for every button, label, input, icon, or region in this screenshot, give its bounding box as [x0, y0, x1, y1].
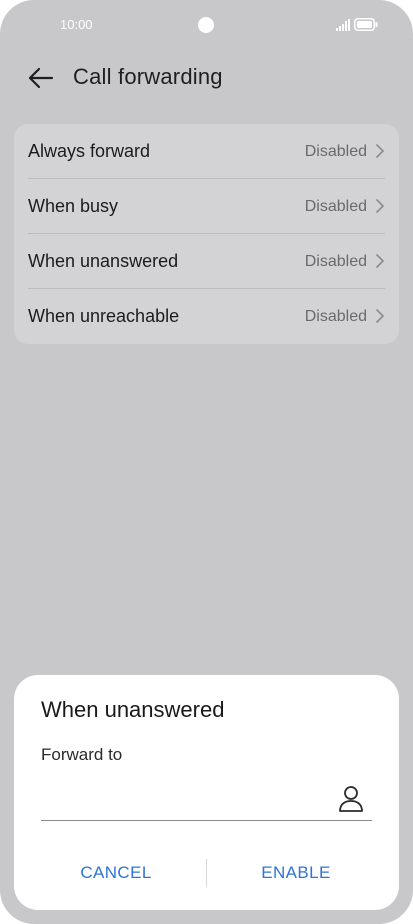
cancel-button[interactable]: CANCEL	[26, 857, 206, 889]
option-status: Disabled	[304, 142, 367, 160]
status-time: 10:00	[60, 17, 93, 32]
option-status: Disabled	[304, 252, 367, 270]
forwarding-options-list: Always forward Disabled When busy Disabl…	[14, 124, 399, 344]
option-label: When unanswered	[28, 251, 179, 271]
back-button[interactable]	[26, 63, 56, 93]
chevron-right-icon	[376, 254, 384, 268]
option-when-unreachable[interactable]: When unreachable Disabled	[14, 289, 399, 344]
option-always-forward[interactable]: Always forward Disabled	[14, 124, 399, 179]
forward-dialog: When unanswered Forward to CANCEL ENABLE	[14, 675, 399, 910]
dialog-title: When unanswered	[41, 697, 225, 722]
forward-to-label: Forward to	[41, 745, 123, 764]
app-header: Call forwarding	[0, 55, 413, 99]
option-status: Disabled	[304, 197, 367, 215]
chevron-right-icon	[376, 199, 384, 213]
input-underline	[41, 820, 372, 821]
battery-icon	[354, 18, 378, 31]
person-icon[interactable]	[338, 785, 364, 813]
option-label: When busy	[28, 196, 119, 216]
option-label: When unreachable	[28, 306, 180, 326]
option-when-busy[interactable]: When busy Disabled	[14, 179, 399, 234]
page-title: Call forwarding	[73, 64, 223, 89]
chevron-right-icon	[376, 144, 384, 158]
front-camera	[198, 17, 214, 33]
enable-button[interactable]: ENABLE	[206, 857, 386, 889]
phone-screen: 10:00 Call forwarding Always forward Dis…	[0, 0, 413, 924]
signal-icon	[336, 19, 350, 31]
option-when-unanswered[interactable]: When unanswered Disabled	[14, 234, 399, 289]
option-label: Always forward	[28, 141, 151, 161]
arrow-left-icon	[28, 67, 54, 89]
status-bar: 10:00	[0, 0, 413, 50]
option-status: Disabled	[304, 307, 367, 325]
forward-number-input[interactable]	[41, 785, 331, 815]
chevron-right-icon	[376, 309, 384, 323]
